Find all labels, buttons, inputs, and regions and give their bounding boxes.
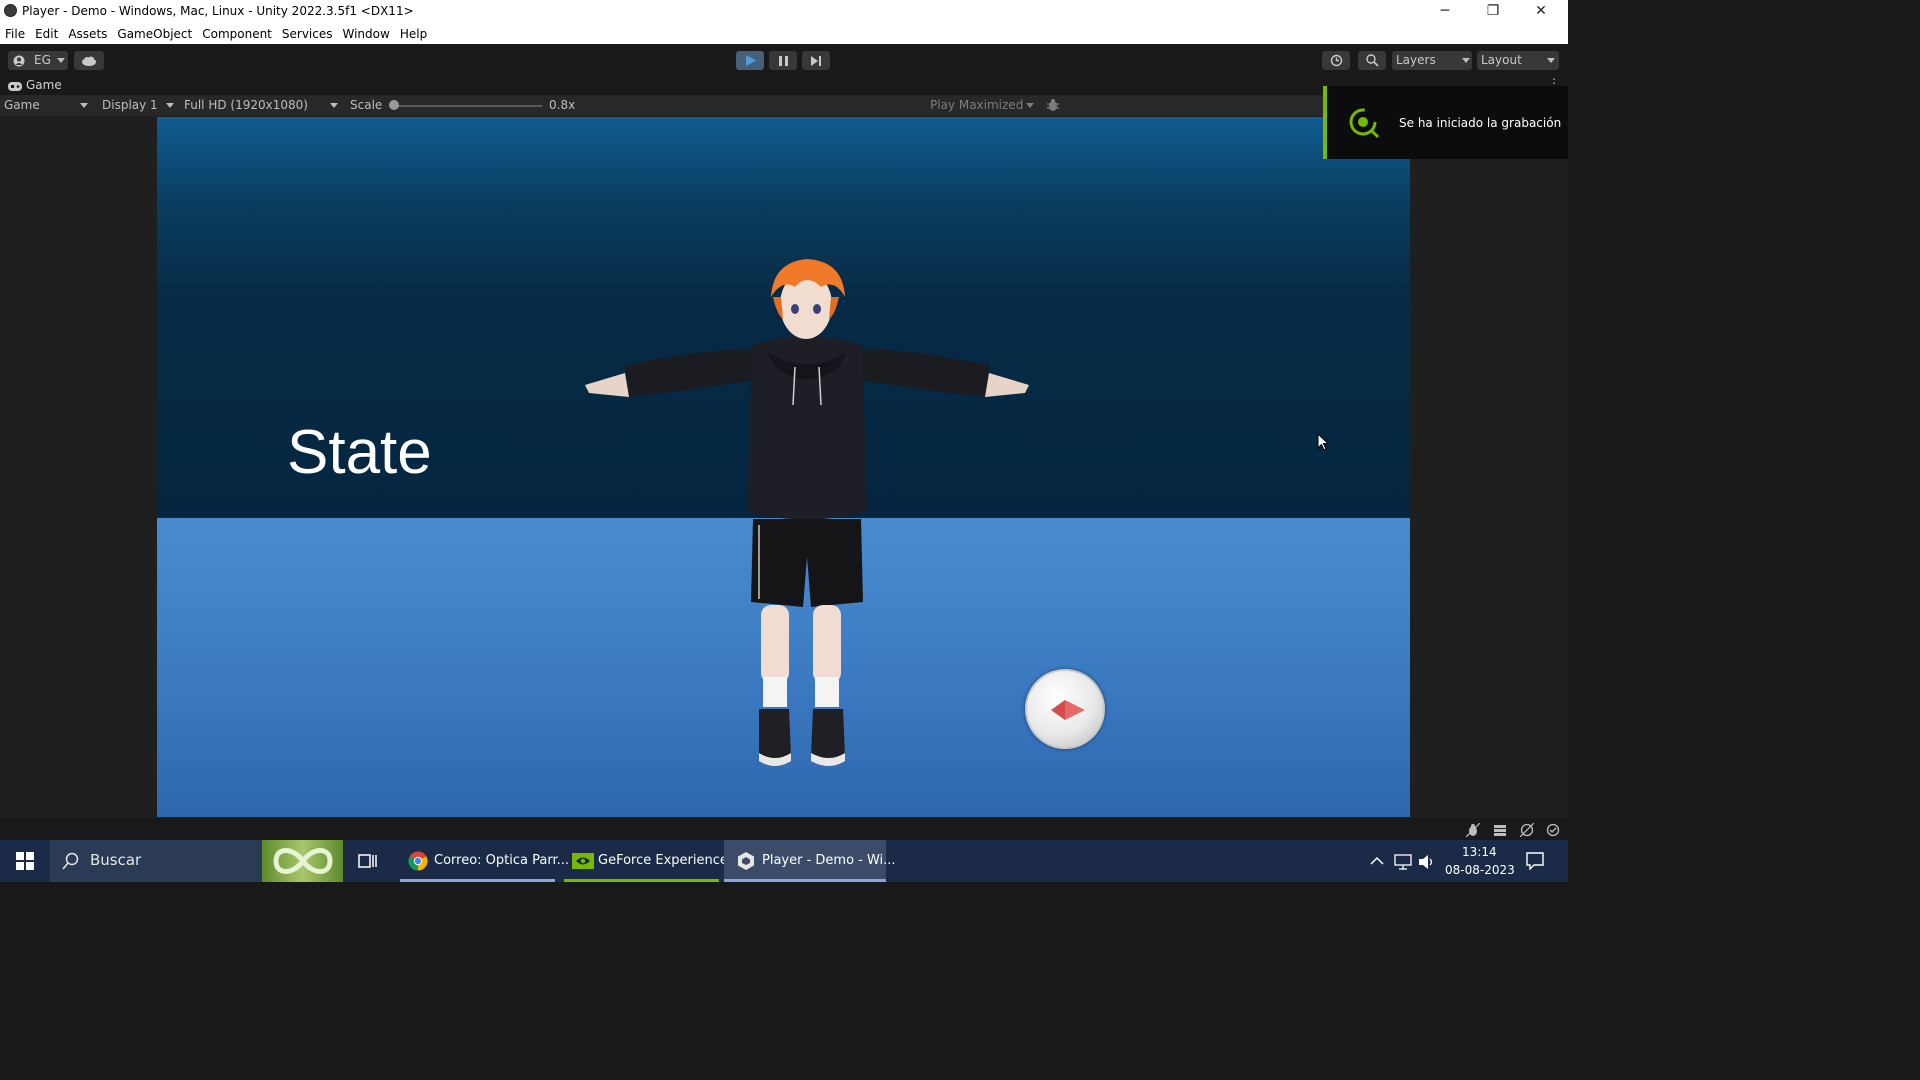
search-highlight-image: [262, 840, 343, 882]
view-mode-dropdown[interactable]: Game: [4, 98, 90, 112]
state-label: State: [287, 418, 432, 487]
chevron-down-icon: [166, 103, 174, 108]
taskbar-search[interactable]: Buscar: [50, 840, 343, 882]
play-mode-dropdown[interactable]: Play Maximized: [930, 98, 1034, 112]
menu-gameobject[interactable]: GameObject: [112, 23, 197, 44]
menu-assets[interactable]: Assets: [63, 23, 112, 44]
scale-label: Scale: [350, 98, 383, 112]
check-circle-icon[interactable]: [1546, 823, 1560, 837]
nvidia-icon: [572, 853, 594, 869]
layout-label: Layout: [1481, 53, 1522, 67]
display-label: Display 1: [102, 98, 158, 112]
history-button[interactable]: [1322, 51, 1350, 70]
scale-value: 0.8x: [549, 98, 576, 112]
layers-dropdown[interactable]: Layers: [1392, 51, 1472, 70]
cloud-icon: [82, 56, 96, 66]
scale-slider-track[interactable]: [394, 105, 542, 107]
play-button[interactable]: [736, 51, 764, 70]
taskbar-geforce-label: GeForce Experience: [598, 853, 728, 868]
character-model: [585, 259, 1029, 766]
step-icon: [811, 56, 821, 66]
chevron-down-icon: [57, 58, 65, 63]
pause-button[interactable]: [769, 51, 797, 70]
menu-window[interactable]: Window: [338, 23, 395, 44]
step-button[interactable]: [802, 51, 830, 70]
record-icon: [1349, 108, 1380, 139]
chevron-down-icon: [330, 103, 338, 108]
cloud-button[interactable]: [74, 51, 104, 70]
menu-file[interactable]: File: [0, 23, 30, 44]
menu-edit[interactable]: Edit: [30, 23, 63, 44]
play-icon: [746, 55, 756, 66]
pause-icon: [779, 56, 788, 66]
recording-notification: Se ha iniciado la grabación: [1323, 86, 1568, 159]
chevron-down-icon: [1462, 58, 1470, 63]
network-icon[interactable]: [1394, 854, 1412, 870]
taskbar-geforce[interactable]: GeForce Experience: [564, 840, 728, 882]
notification-text: Se ha iniciado la grabación: [1399, 116, 1562, 130]
gamepad-icon: [8, 82, 22, 91]
layout-dropdown[interactable]: Layout: [1477, 51, 1559, 70]
chrome-icon: [408, 851, 428, 871]
menu-services[interactable]: Services: [277, 23, 338, 44]
main-toolbar: EG Layers Layout: [0, 44, 1568, 76]
search-placeholder: Buscar: [90, 851, 142, 869]
menu-help[interactable]: Help: [395, 23, 432, 44]
play-arrow-icon: [1051, 700, 1085, 720]
windows-taskbar: Buscar Correo: Optica Parr... GeForce Ex…: [0, 840, 1568, 882]
clock-date[interactable]: 08-08-2023: [1445, 863, 1515, 877]
play-mode-label: Play Maximized: [930, 98, 1024, 112]
mouse-cursor-icon: [1317, 433, 1329, 451]
account-label: EG: [34, 53, 51, 67]
scale-slider-handle[interactable]: [389, 100, 399, 110]
minimize-button[interactable]: ─: [1422, 0, 1468, 23]
network-icon[interactable]: [1520, 823, 1534, 837]
play-circle-button[interactable]: [1025, 669, 1105, 749]
game-view[interactable]: State: [157, 117, 1410, 817]
clock-time[interactable]: 13:14: [1462, 845, 1497, 859]
bug-icon[interactable]: [1466, 823, 1480, 837]
account-icon: [13, 55, 25, 67]
bug-icon[interactable]: [1046, 98, 1060, 112]
display-dropdown[interactable]: Display 1: [102, 98, 176, 112]
taskbar-unity[interactable]: Player - Demo - Wi...: [724, 840, 896, 882]
unity-icon: [738, 852, 754, 870]
account-dropdown[interactable]: EG: [8, 51, 68, 70]
unity-logo-icon: [4, 4, 17, 17]
search-button[interactable]: [1358, 51, 1386, 70]
chevron-up-icon[interactable]: [1370, 856, 1384, 866]
taskbar-chrome[interactable]: Correo: Optica Parr...: [400, 840, 569, 882]
menu-component[interactable]: Component: [197, 23, 277, 44]
window-title-bar: Player - Demo - Windows, Mac, Linux - Un…: [0, 0, 1568, 23]
windows-start-icon[interactable]: [16, 852, 34, 870]
layers-label: Layers: [1396, 53, 1436, 67]
infinity-icon: [273, 848, 333, 874]
maximize-button[interactable]: ❐: [1470, 0, 1516, 23]
tab-game[interactable]: Game: [26, 78, 62, 92]
chevron-down-icon: [1547, 58, 1555, 63]
window-title: Player - Demo - Windows, Mac, Linux - Un…: [22, 4, 414, 18]
search-icon: [62, 852, 79, 870]
taskbar-chrome-label: Correo: Optica Parr...: [434, 853, 569, 868]
history-icon: [1330, 54, 1343, 67]
resolution-dropdown[interactable]: Full HD (1920x1080): [184, 98, 340, 112]
taskbar-unity-label: Player - Demo - Wi...: [762, 853, 896, 868]
chevron-down-icon: [80, 103, 88, 108]
volume-icon[interactable]: [1418, 854, 1436, 870]
resolution-label: Full HD (1920x1080): [184, 98, 308, 112]
menu-bar: File Edit Assets GameObject Component Se…: [0, 23, 1568, 44]
close-button[interactable]: ✕: [1518, 0, 1564, 23]
stack-icon[interactable]: [1493, 823, 1507, 837]
chevron-down-icon: [1026, 103, 1034, 108]
status-strip: [0, 818, 1568, 840]
task-view-icon[interactable]: [358, 852, 378, 870]
search-icon: [1366, 54, 1379, 67]
notification-center-icon[interactable]: [1526, 852, 1544, 870]
view-mode-label: Game: [4, 98, 40, 112]
